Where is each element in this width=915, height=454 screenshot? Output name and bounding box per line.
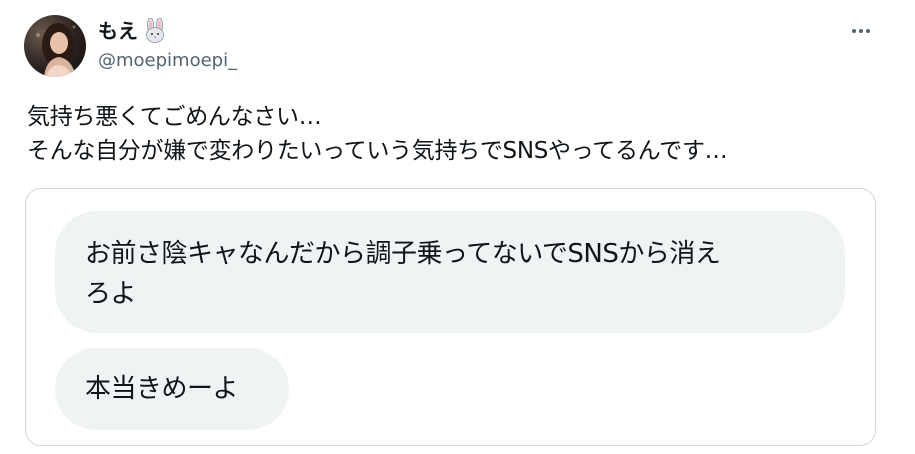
message-bubble: お前さ陰キャなんだから調子乗ってないでSNSから消え ろよ (55, 211, 845, 333)
message-text-line: お前さ陰キャなんだから調子乗ってないでSNSから消え (85, 239, 721, 269)
rabbit-face-icon (142, 17, 168, 44)
display-name[interactable]: もえ (98, 15, 138, 47)
message-text: お前さ陰キャなんだから調子乗ってないでSNSから消え ろよ (85, 234, 825, 314)
more-dot-icon (866, 29, 870, 33)
more-dot-icon (859, 29, 863, 33)
message-text: 本当きめーよ (85, 369, 239, 409)
message-text-line: 本当きめーよ (85, 374, 239, 404)
more-dot-icon (852, 29, 856, 33)
user-handle[interactable]: @moepimoepi_ (98, 48, 237, 74)
avatar[interactable] (24, 15, 86, 77)
tweet-text-line: そんな自分が嫌で変わりたいっていう気持ちでSNSやってるんです… (27, 138, 728, 164)
tweet: もえ @moepimoepi_ 気持ち悪くてごめんなさい… そんな自分が嫌で変わ… (0, 0, 915, 454)
message-bubble: 本当きめーよ (55, 348, 289, 430)
message-text-line: ろよ (85, 279, 137, 309)
attached-image-card[interactable]: お前さ陰キャなんだから調子乗ってないでSNSから消え ろよ 本当きめーよ (25, 188, 876, 446)
tweet-text-line: 気持ち悪くてごめんなさい… (27, 104, 322, 130)
tweet-text: 気持ち悪くてごめんなさい… そんな自分が嫌で変わりたいっていう気持ちでSNSやっ… (27, 100, 887, 168)
display-name-row[interactable]: もえ (98, 15, 168, 47)
more-options-button[interactable] (846, 20, 876, 42)
